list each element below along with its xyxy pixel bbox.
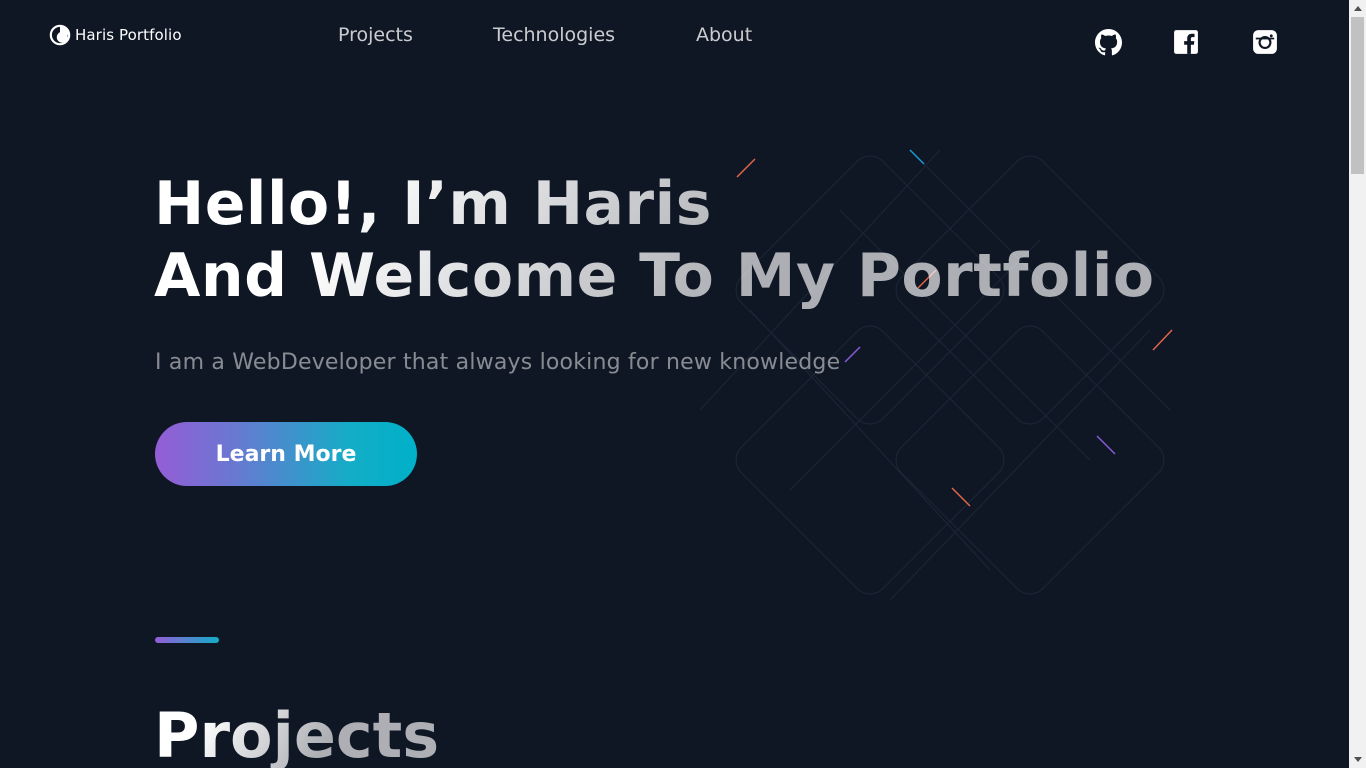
hero-subtitle: I am a WebDeveloper that always looking … [155,350,841,375]
learn-more-button[interactable]: Learn More [155,422,417,486]
instagram-link[interactable] [1251,28,1279,56]
github-icon [1094,28,1122,55]
scrollbar-thumb[interactable] [1351,17,1364,174]
scroll-up-arrow-icon[interactable] [1349,0,1366,17]
vertical-scrollbar[interactable] [1349,0,1366,768]
hero-title-line-2: And Welcome To My Portfolio [154,241,1155,311]
page: Haris Portfolio Projects Technologies Ab… [0,0,1349,768]
hero-title-line-1: Hello!, I’m Haris [154,169,712,239]
instagram-icon [1253,30,1277,54]
logo-icon [49,24,71,46]
logo-text: Haris Portfolio [75,26,182,44]
nav-link-technologies[interactable]: Technologies [493,24,615,46]
scroll-down-arrow-icon[interactable] [1349,751,1366,768]
social-links [1094,28,1284,58]
projects-section-title: Projects [154,700,439,768]
section-divider [155,637,219,643]
logo-link[interactable]: Haris Portfolio [49,24,182,46]
facebook-icon [1174,30,1198,54]
site-header: Haris Portfolio Projects Technologies Ab… [0,0,1349,80]
facebook-link[interactable] [1172,28,1200,56]
nav-link-about[interactable]: About [696,24,752,46]
github-link[interactable] [1094,28,1122,56]
hero-title: Hello!, I’m Haris And Welcome To My Port… [154,168,1155,312]
nav-link-projects[interactable]: Projects [338,24,413,46]
